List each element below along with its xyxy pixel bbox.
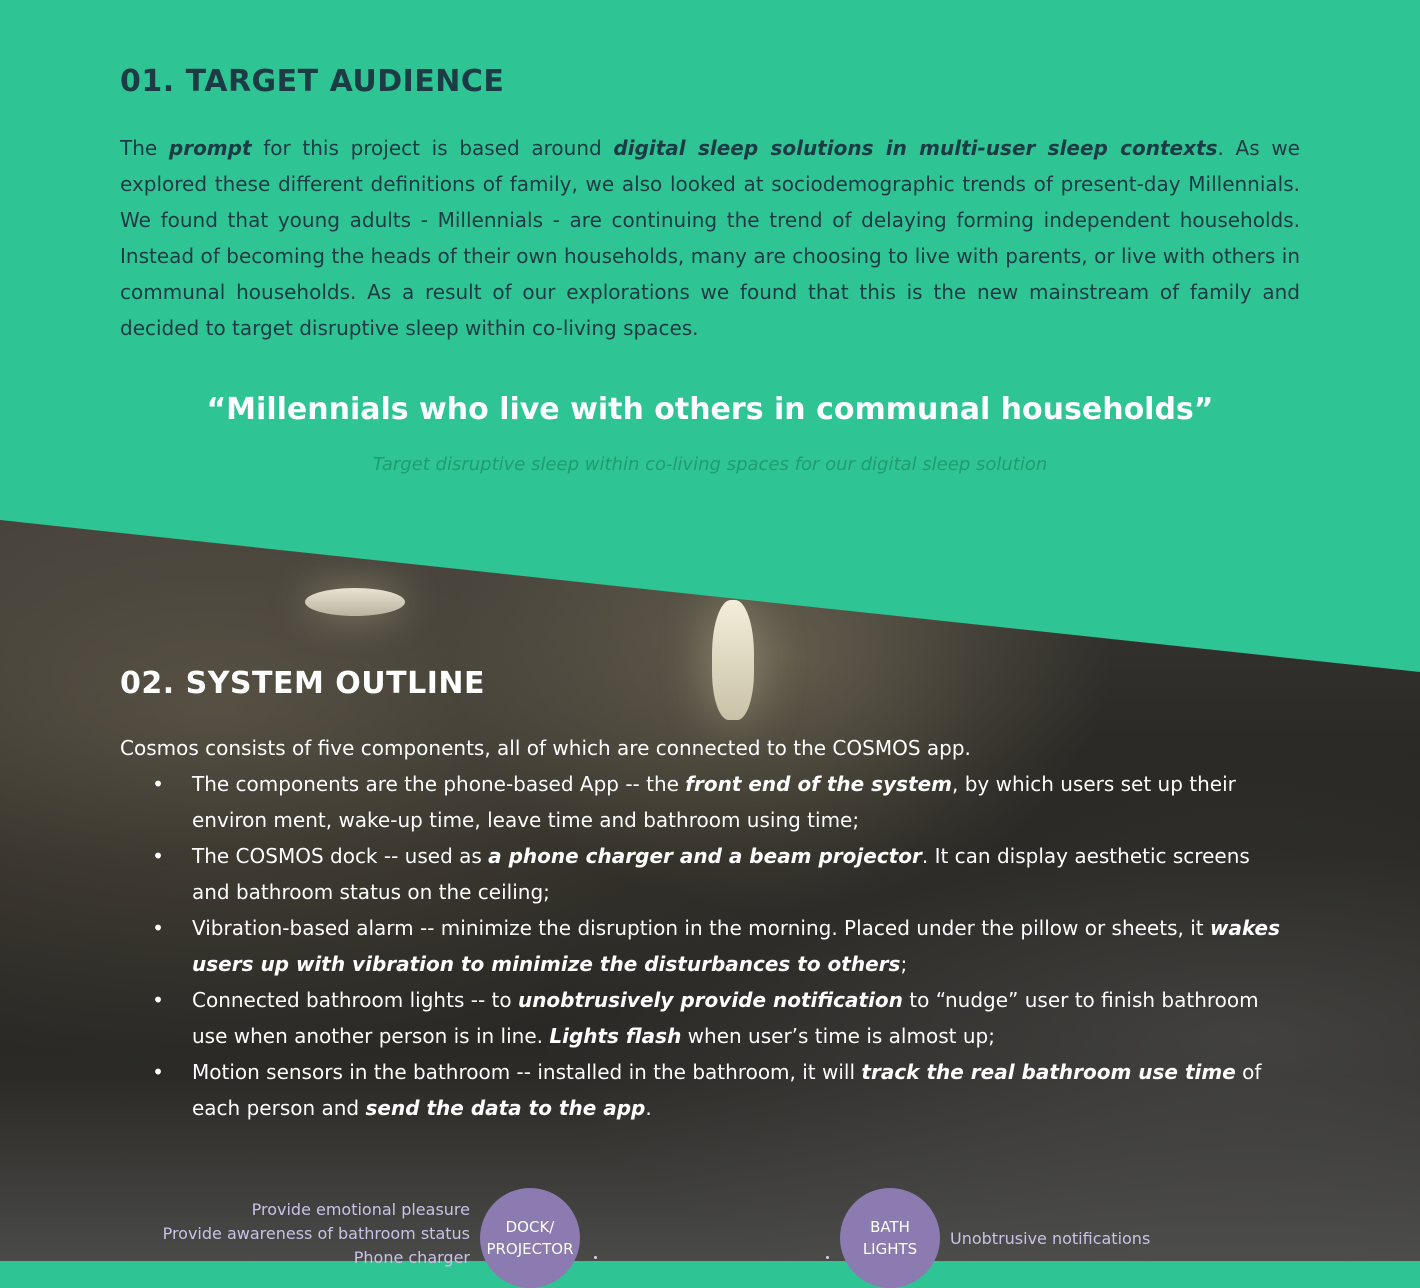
list-item: • Connected bathroom lights -- to unobtru… (152, 982, 1292, 1054)
sparkle-dot (826, 1256, 829, 1259)
bath-label-line: BATH (870, 1218, 910, 1236)
dock-label-line: PROJECTOR (486, 1240, 574, 1258)
bullet-icon: • (152, 916, 164, 940)
bullet-icon: • (152, 988, 164, 1012)
dock-notes: Provide emotional pleasure Provide aware… (120, 1198, 470, 1270)
target-audience-heading: 01. TARGET AUDIENCE (120, 64, 505, 99)
bullet-icon: • (152, 772, 164, 796)
list-item: • Vibration-based alarm -- minimize the d… (152, 910, 1292, 982)
target-quote: “Millennials who live with others in com… (206, 392, 1214, 427)
bullet-icon: • (152, 1060, 164, 1084)
target-audience-paragraph: The prompt for this project is based aro… (120, 136, 1300, 340)
dock-projector-node: DOCK/ PROJECTOR (480, 1188, 580, 1288)
bath-label-line: LIGHTS (862, 1240, 918, 1258)
sparkle-dot (594, 1256, 597, 1259)
list-item: • The COSMOS dock -- used as a phone char… (152, 838, 1292, 910)
component-list: • The components are the phone-based App … (152, 766, 1292, 1126)
dock-label-line: DOCK/ (505, 1218, 555, 1236)
dock-note: Provide awareness of bathroom status (162, 1224, 470, 1243)
bath-lights-node: BATH LIGHTS (840, 1188, 940, 1288)
list-item: • The components are the phone-based App … (152, 766, 1292, 838)
bath-note: Unobtrusive notifications (950, 1229, 1151, 1248)
system-outline-intro: Cosmos consists of five components, all … (120, 736, 971, 760)
bullet-icon: • (152, 844, 164, 868)
list-item: • Motion sensors in the bathroom -- insta… (152, 1054, 1292, 1126)
dock-note: Phone charger (353, 1248, 470, 1267)
system-outline-heading: 02. SYSTEM OUTLINE (120, 666, 485, 701)
dock-note: Provide emotional pleasure (251, 1200, 470, 1219)
target-quote-subtitle: Target disruptive sleep within co-living… (372, 454, 1048, 475)
